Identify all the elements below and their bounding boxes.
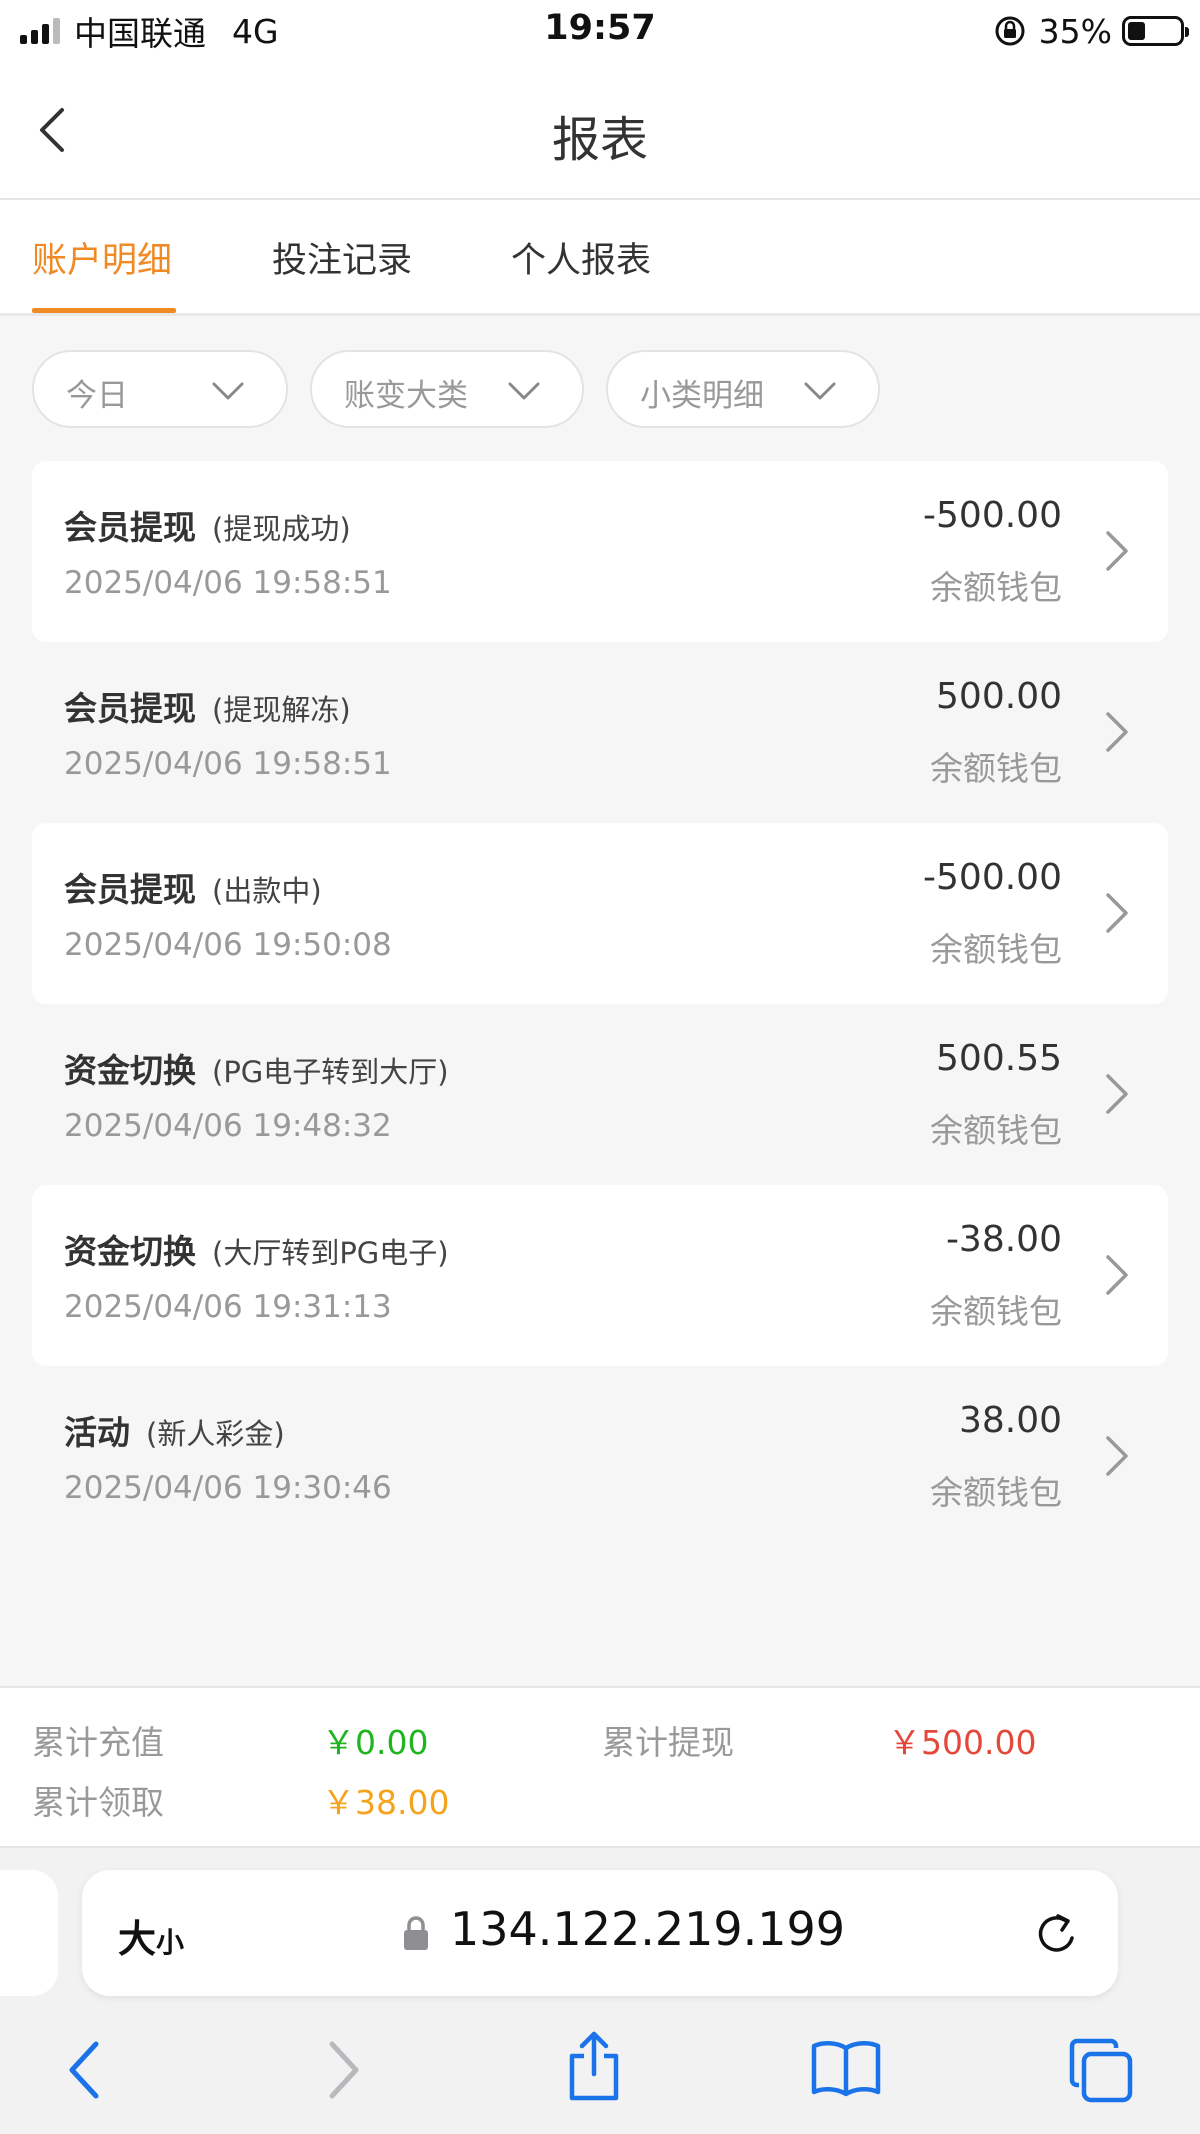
record-date: 2025/04/06 19:58:51 (64, 565, 392, 601)
rotation-lock-icon (995, 16, 1025, 46)
record-title: 资金切换 (PG电子转到大厅) (64, 1044, 449, 1092)
withdraw-total-label: 累计提现 (602, 1723, 734, 1762)
filter-category-label: 账变大类 (344, 378, 468, 414)
filter-date-label: 今日 (66, 378, 128, 414)
list-item[interactable]: 会员提现 (提现解冻) 2025/04/06 19:58:51 500.00 余… (32, 642, 1168, 823)
record-date: 2025/04/06 19:50:08 (64, 927, 392, 963)
status-right: 35% (993, 10, 1189, 52)
tab-personal-report[interactable]: 个人报表 (511, 232, 651, 283)
chevron-down-icon (212, 382, 244, 400)
recharge-total-value: ￥0.00 (322, 1723, 429, 1762)
chevron-right-icon (1106, 1436, 1128, 1476)
record-wallet: 余额钱包 (930, 1111, 1062, 1150)
browser-forward-icon[interactable] (324, 2038, 364, 2102)
status-bar: 中国联通 4G 19:57 35% (0, 0, 1200, 62)
list-item[interactable]: 资金切换 (PG电子转到大厅) 2025/04/06 19:48:32 500.… (32, 1004, 1168, 1185)
list-item[interactable]: 资金切换 (大厅转到PG电子) 2025/04/06 19:31:13 -38.… (32, 1185, 1168, 1366)
list-item[interactable]: 活动 (新人彩金) 2025/04/06 19:30:46 38.00 余额钱包 (32, 1366, 1168, 1547)
record-subtype: (新人彩金) (146, 1417, 285, 1451)
recharge-total-label: 累计充值 (32, 1723, 164, 1762)
record-wallet: 余额钱包 (930, 568, 1062, 607)
record-subtype: (提现解冻) (212, 693, 351, 727)
chevron-right-icon (1106, 531, 1128, 571)
share-icon[interactable] (564, 2028, 624, 2102)
record-title: 会员提现 (出款中) (64, 863, 322, 911)
tabs-icon[interactable] (1068, 2038, 1134, 2104)
nav-bar: 报表 (0, 62, 1200, 200)
address-bar[interactable]: 大小 134.122.219.199 (82, 1870, 1118, 1996)
tab-account-details[interactable]: 账户明细 (32, 232, 172, 283)
record-subtype: (PG电子转到大厅) (212, 1055, 449, 1089)
filter-subcategory[interactable]: 小类明细 (606, 350, 880, 428)
record-title: 会员提现 (提现解冻) (64, 682, 351, 730)
record-title: 会员提现 (提现成功) (64, 501, 351, 549)
record-amount: -500.00 (923, 857, 1062, 898)
record-wallet: 余额钱包 (930, 1473, 1062, 1512)
record-amount: -500.00 (923, 495, 1062, 536)
list-item[interactable]: 会员提现 (出款中) 2025/04/06 19:50:08 -500.00 余… (32, 823, 1168, 1004)
filter-subcategory-label: 小类明细 (640, 378, 764, 414)
record-type: 会员提现 (64, 689, 196, 728)
record-type: 会员提现 (64, 870, 196, 909)
claim-total-label: 累计领取 (32, 1783, 164, 1822)
page-title: 报表 (551, 112, 648, 168)
withdraw-total-value: ￥500.00 (888, 1723, 1037, 1762)
bookmarks-icon[interactable] (810, 2038, 882, 2098)
chevron-right-icon (1106, 712, 1128, 752)
record-subtype: (出款中) (212, 874, 322, 908)
filter-category[interactable]: 账变大类 (310, 350, 584, 428)
browser-back-icon[interactable] (64, 2038, 104, 2102)
lock-icon (404, 1916, 428, 1950)
record-title: 资金切换 (大厅转到PG电子) (64, 1225, 449, 1273)
text-size-small: 小 (156, 1926, 185, 1959)
chevron-down-icon (508, 382, 540, 400)
record-type: 活动 (64, 1413, 130, 1452)
record-date: 2025/04/06 19:30:46 (64, 1470, 392, 1506)
record-type: 资金切换 (64, 1232, 196, 1271)
record-type: 资金切换 (64, 1051, 196, 1090)
record-date: 2025/04/06 19:58:51 (64, 746, 392, 782)
tab-bar: 账户明细 投注记录 个人报表 (0, 200, 1200, 316)
record-subtype: (大厅转到PG电子) (212, 1236, 449, 1270)
previous-tab-preview[interactable] (0, 1870, 58, 1996)
chevron-right-icon (1106, 1074, 1128, 1114)
record-subtype: (提现成功) (212, 512, 351, 546)
record-type: 会员提现 (64, 508, 196, 547)
filter-date[interactable]: 今日 (32, 350, 288, 428)
record-title: 活动 (新人彩金) (64, 1406, 285, 1454)
chevron-down-icon (804, 382, 836, 400)
record-wallet: 余额钱包 (930, 1292, 1062, 1331)
record-wallet: 余额钱包 (930, 930, 1062, 969)
url-text[interactable]: 134.122.219.199 (450, 1902, 845, 1956)
reload-icon[interactable] (1032, 1908, 1082, 1960)
battery-percent: 35% (1038, 11, 1112, 51)
tab-bet-records[interactable]: 投注记录 (272, 232, 412, 283)
active-tab-indicator (32, 308, 176, 313)
battery-icon (1122, 16, 1189, 46)
record-amount: 500.55 (936, 1038, 1062, 1079)
record-date: 2025/04/06 19:31:13 (64, 1289, 392, 1325)
summary-panel: 累计充值 ￥0.00 累计提现 ￥500.00 累计领取 ￥38.00 (0, 1686, 1200, 1848)
list-item[interactable]: 会员提现 (提现成功) 2025/04/06 19:58:51 -500.00 … (32, 461, 1168, 642)
chevron-right-icon (1106, 893, 1128, 933)
chevron-right-icon (1106, 1255, 1128, 1295)
record-date: 2025/04/06 19:48:32 (64, 1108, 392, 1144)
text-size-big: 大 (118, 1917, 157, 1961)
record-amount: 38.00 (958, 1400, 1062, 1441)
claim-total-value: ￥38.00 (322, 1783, 450, 1822)
text-size-button[interactable]: 大小 (118, 1908, 184, 1963)
record-amount: -38.00 (945, 1219, 1062, 1260)
record-amount: 500.00 (936, 676, 1062, 717)
record-wallet: 余额钱包 (930, 749, 1062, 788)
